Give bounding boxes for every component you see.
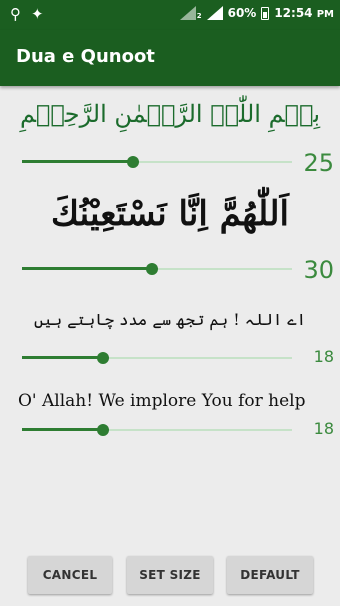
bismillah-size-value: 25 xyxy=(303,149,334,177)
slider-fill xyxy=(22,428,103,431)
slider-thumb[interactable] xyxy=(97,352,109,364)
slider-thumb[interactable] xyxy=(145,263,158,275)
slider-fill xyxy=(22,267,152,270)
signal-sim1-icon xyxy=(179,6,196,20)
bismillah-size-slider[interactable] xyxy=(22,154,292,170)
slider-fill xyxy=(22,356,103,359)
sim-label: 2 xyxy=(196,12,202,20)
cancel-button[interactable]: CANCEL xyxy=(28,556,112,594)
slider-fill xyxy=(22,160,133,163)
bismillah-text: بِسۡمِ اللّٰہِ الرَّحۡمٰنِ الرَّحِیۡمِ xyxy=(19,100,321,128)
default-button[interactable]: DEFAULT xyxy=(227,556,313,594)
notification-icons: ⚲ ✦ xyxy=(10,5,54,23)
english-size-value: 18 xyxy=(313,419,334,438)
urdu-translation-text: اے اللہ ! ہم تجھ سے مدد چاہتے ہیں xyxy=(33,310,307,329)
set-size-button[interactable]: SET SIZE xyxy=(127,556,213,594)
urdu-size-slider[interactable] xyxy=(22,350,292,366)
arabic-size-value: 30 xyxy=(303,256,334,284)
clock-time: 12:54 xyxy=(274,6,313,20)
english-translation-text: O' Allah! We implore You for help xyxy=(18,391,306,411)
english-size-slider[interactable] xyxy=(22,422,292,438)
signal-sim2-icon xyxy=(206,6,223,20)
app-bar: Dua e Qunoot xyxy=(0,30,340,86)
clock: 12:54 PM xyxy=(274,6,334,20)
status-right: 2 60% 12:54 PM xyxy=(179,6,334,20)
battery-icon xyxy=(261,6,270,20)
clock-suffix: PM xyxy=(316,9,334,20)
urdu-size-value: 18 xyxy=(313,347,334,366)
app-title: Dua e Qunoot xyxy=(16,46,155,67)
usb-icon: ⚲ xyxy=(10,5,21,23)
arabic-dua-text: اَللّٰهُمَّ اِنَّا نَسْتَعِيْنُكَ xyxy=(51,194,289,234)
slider-thumb[interactable] xyxy=(126,156,139,168)
slider-thumb[interactable] xyxy=(97,424,109,436)
battery-percent: 60% xyxy=(227,6,257,20)
status-bar: ⚲ ✦ 2 60% 12:54 PM xyxy=(0,0,340,30)
android-debug-icon: ✦ xyxy=(31,5,44,23)
arabic-size-slider[interactable] xyxy=(22,261,292,277)
